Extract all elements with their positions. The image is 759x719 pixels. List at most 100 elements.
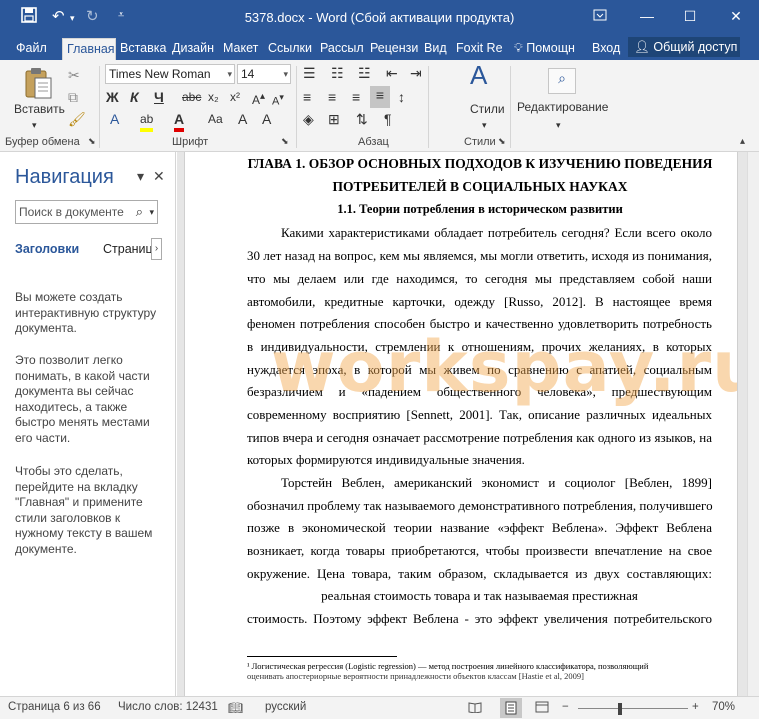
paste-dropdown-icon[interactable]: ▾ — [32, 116, 37, 134]
nav-options-icon[interactable]: ▾ — [137, 168, 144, 185]
cut-icon[interactable]: ✂ — [68, 66, 80, 84]
sign-in-link[interactable]: Вход — [588, 38, 624, 60]
phonetic-guide-icon[interactable]: A — [262, 110, 271, 128]
ribbon-display-icon[interactable] — [586, 5, 614, 27]
grow-font-button[interactable]: A▴ — [252, 88, 265, 109]
multilevel-list-icon[interactable]: ☳ — [358, 64, 371, 82]
tab-pages[interactable]: Страниц — [103, 242, 153, 256]
font-name-combo[interactable]: Times New Roman ▾ — [105, 64, 235, 84]
vertical-scrollbar[interactable] — [747, 152, 759, 696]
zoom-in-button[interactable]: + — [692, 701, 699, 713]
chapter-heading: ГЛАВА 1. ОБЗОР ОСНОВНЫХ ПОДХОДОВ К ИЗУЧЕ… — [247, 156, 713, 171]
font-size-combo[interactable]: 14 ▾ — [237, 64, 291, 84]
tab-review[interactable]: Рецензи — [366, 38, 420, 60]
italic-button[interactable]: К — [130, 88, 139, 106]
body-line: реальная стоимость товара и так называем… — [321, 588, 638, 603]
line-spacing-icon[interactable]: ↕ — [398, 88, 405, 106]
zoom-level[interactable]: 70% — [712, 701, 735, 713]
copy-icon[interactable]: ⧉ — [68, 88, 78, 106]
tab-insert[interactable]: Вставка — [116, 38, 168, 60]
chapter-heading: ПОТРЕБИТЕЛЕЙ В СОЦИАЛЬНЫХ НАУКАХ — [332, 179, 628, 194]
print-layout-icon[interactable] — [500, 698, 522, 718]
share-button[interactable]: 👤︎ Общий доступ — [628, 37, 740, 57]
numbering-icon[interactable]: ☷ — [331, 64, 344, 82]
change-case-button[interactable]: Aa — [208, 110, 223, 128]
close-icon[interactable]: ✕ — [722, 5, 750, 27]
web-layout-icon[interactable] — [535, 701, 549, 716]
tab-file[interactable]: Файл — [12, 38, 51, 60]
search-icon[interactable]: ⌕ — [136, 201, 143, 223]
restore-icon[interactable]: ☐ — [676, 5, 704, 27]
tell-me-label: Помощн — [526, 41, 575, 55]
zoom-slider[interactable] — [578, 708, 688, 709]
bullets-icon[interactable]: ☰ — [303, 64, 316, 82]
language[interactable]: русский — [265, 701, 306, 713]
underline-button[interactable]: Ч — [154, 88, 164, 106]
superscript-button[interactable]: x² — [230, 88, 240, 106]
read-mode-icon[interactable] — [468, 701, 482, 716]
search-icon[interactable]: ⌕ — [548, 68, 576, 94]
tab-mailings[interactable]: Рассыл — [316, 38, 366, 60]
clipboard-launcher-icon[interactable]: ⬊ — [88, 136, 96, 147]
tab-view[interactable]: Вид — [420, 38, 452, 60]
highlight-icon[interactable]: ab — [140, 110, 154, 132]
paste-icon — [25, 68, 52, 99]
page-count[interactable]: Страница 6 из 66 — [8, 701, 101, 713]
clipboard-group-label: Буфер обмена — [5, 136, 80, 148]
chevron-down-icon[interactable]: ▾ — [149, 201, 154, 223]
text-effects-icon[interactable]: A — [110, 110, 119, 128]
align-left-icon[interactable]: ≡ — [303, 88, 311, 106]
footnote-separator — [247, 656, 397, 657]
font-group-label: Шрифт — [172, 136, 209, 148]
person-icon: 👤︎ — [634, 40, 650, 54]
navigation-pane: Навигация ▾ ✕ Поиск в документе ⌕ ▾ Заго… — [0, 152, 176, 696]
align-right-icon[interactable]: ≡ — [352, 88, 360, 106]
styles-launcher-icon[interactable]: ⬊ — [498, 136, 506, 147]
tell-me-box[interactable]: 💡︎ Помощн — [510, 38, 579, 60]
zoom-out-button[interactable]: − — [562, 701, 569, 713]
zoom-slider-thumb[interactable] — [618, 703, 622, 715]
tab-foxit[interactable]: Foxit Re — [452, 38, 504, 60]
tab-headings[interactable]: Заголовки — [15, 242, 79, 256]
sort-icon[interactable]: ⇅ — [356, 110, 368, 128]
paste-button[interactable] — [18, 66, 58, 104]
align-center-icon[interactable]: ≡ — [328, 88, 336, 106]
font-color-icon[interactable]: A — [174, 110, 185, 132]
clear-format-icon[interactable]: A — [238, 110, 247, 128]
tab-home[interactable]: Главная — [62, 38, 116, 60]
borders-icon[interactable]: ⊞ — [328, 110, 340, 128]
collapse-ribbon-icon[interactable]: ▴ — [740, 136, 745, 147]
watermark: workspay.ru — [271, 326, 738, 408]
tab-design[interactable]: Дизайн — [168, 38, 220, 60]
body-line: типов вчера и сегодня означает рассмотре… — [247, 430, 712, 445]
chevron-down-icon[interactable]: ▾ — [556, 116, 561, 134]
chevron-right-icon[interactable]: › — [151, 238, 162, 260]
shrink-font-button[interactable]: A▾ — [272, 88, 284, 111]
format-painter-icon[interactable]: 🖌︎ — [68, 110, 86, 128]
footnote-text: ¹ Логистическая регрессия (Logistic regr… — [247, 661, 649, 671]
editing-label[interactable]: Редактирование — [517, 100, 608, 114]
search-input[interactable]: Поиск в документе ⌕ ▾ — [15, 200, 158, 224]
body-line: современному восприятию [Sennett, 2001].… — [247, 407, 712, 422]
strikethrough-button[interactable]: abc — [182, 88, 201, 106]
tab-references[interactable]: Ссылки — [264, 38, 316, 60]
shading-icon[interactable]: ◈ — [303, 110, 314, 128]
bold-button[interactable]: Ж — [106, 88, 119, 106]
word-count[interactable]: Число слов: 12431 — [118, 701, 218, 713]
show-formatting-icon[interactable]: ¶ — [384, 110, 392, 128]
font-launcher-icon[interactable]: ⬊ — [281, 136, 289, 147]
styles-icon[interactable]: A — [470, 62, 487, 88]
decrease-indent-icon[interactable]: ⇤ — [386, 64, 398, 82]
minimize-icon[interactable]: — — [633, 5, 661, 27]
subscript-button[interactable]: x₂ — [208, 88, 219, 106]
status-bar: Страница 6 из 66 Число слов: 12431 📖︎ ру… — [0, 696, 759, 719]
justify-icon[interactable]: ≡ — [370, 86, 390, 108]
close-icon[interactable]: ✕ — [153, 168, 165, 185]
document-page[interactable]: ГЛАВА 1. ОБЗОР ОСНОВНЫХ ПОДХОДОВ К ИЗУЧЕ… — [184, 152, 738, 696]
body-line: Какими характеристиками обладает потреби… — [281, 225, 712, 240]
increase-indent-icon[interactable]: ⇥ — [410, 64, 422, 82]
group-separator — [296, 66, 297, 148]
proofing-icon[interactable]: 📖︎ — [228, 701, 243, 715]
chevron-down-icon[interactable]: ▾ — [482, 116, 487, 134]
tab-layout[interactable]: Макет — [219, 38, 264, 60]
